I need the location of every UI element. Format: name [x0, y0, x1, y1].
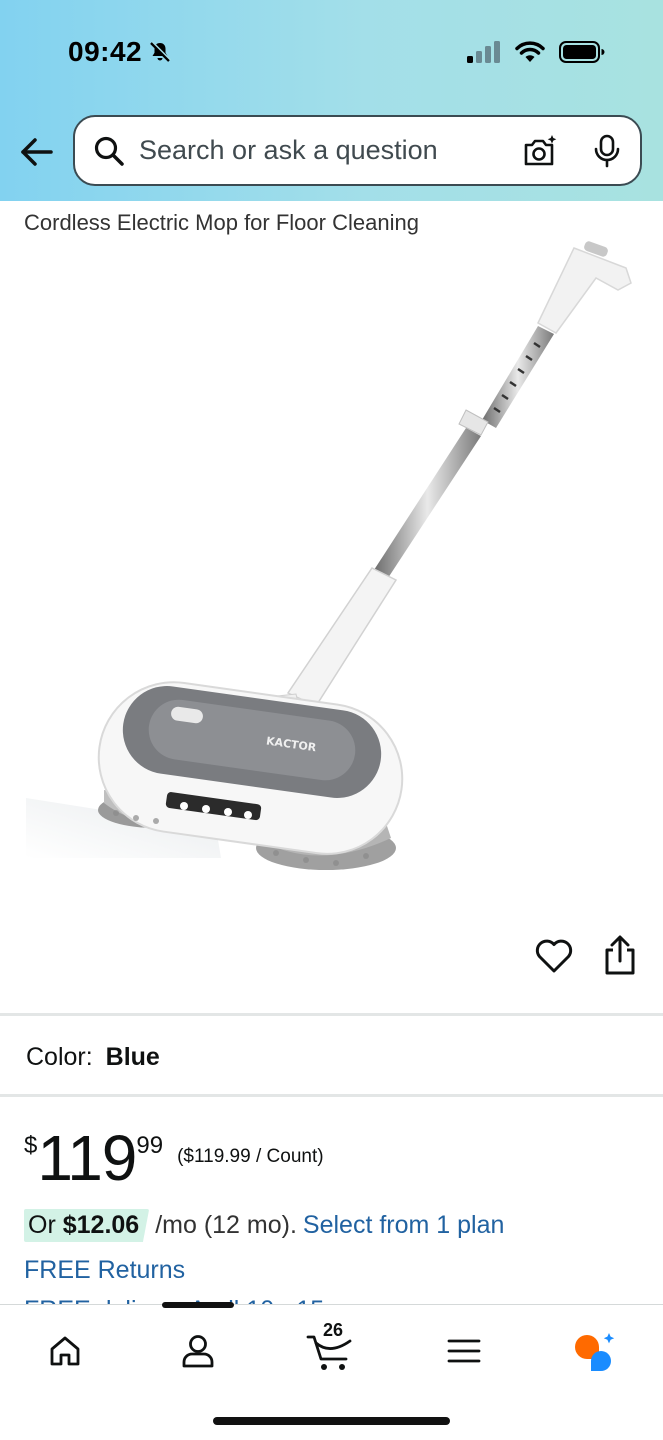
search-input[interactable]	[139, 135, 514, 166]
free-returns-link[interactable]: FREE Returns	[24, 1256, 185, 1285]
price-whole: 119	[37, 1122, 137, 1194]
search-icon	[94, 136, 124, 166]
color-label: Color:	[26, 1043, 93, 1071]
monthly-amount: $12.06	[62, 1211, 140, 1239]
product-title: Cordless Electric Mop for Floor Cleaning	[24, 210, 419, 235]
wifi-icon	[515, 41, 545, 62]
monthly-payment-row: Or $12.06 /mo (12 mo). Select from 1 pla…	[24, 1209, 504, 1242]
camera-search-icon[interactable]	[522, 133, 558, 169]
bell-muted-icon	[150, 41, 172, 62]
battery-icon	[559, 41, 605, 63]
nav-menu[interactable]	[434, 1327, 494, 1375]
microphone-icon[interactable]	[592, 134, 622, 168]
heart-icon[interactable]	[534, 936, 574, 976]
price-block: $ 119 99 ($119.99 / Count)	[24, 1124, 324, 1192]
price-fraction: 99	[136, 1132, 164, 1159]
divider	[0, 1013, 663, 1016]
nav-rufus[interactable]	[564, 1327, 624, 1375]
cellular-signal-icon	[467, 41, 500, 63]
divider	[0, 1094, 663, 1097]
status-icons	[467, 40, 605, 64]
account-icon	[182, 1335, 214, 1368]
monthly-payment-badge: Or $12.06	[24, 1209, 150, 1242]
home-indicator[interactable]	[213, 1417, 450, 1425]
price-per-unit: ($119.99 / Count)	[177, 1146, 324, 1167]
color-selector[interactable]: Color: Blue	[26, 1043, 160, 1072]
status-bar-time: 09:42	[68, 36, 172, 68]
select-plan-link[interactable]: Select from 1 plan	[303, 1211, 505, 1240]
nav-home[interactable]	[35, 1327, 95, 1375]
share-icon[interactable]	[602, 934, 638, 976]
color-value: Blue	[105, 1043, 160, 1071]
cart-count-badge: 26	[323, 1320, 344, 1340]
nav-account[interactable]	[168, 1327, 228, 1375]
rufus-ai-icon	[575, 1333, 615, 1371]
menu-icon	[447, 1339, 481, 1363]
time-text: 09:42	[68, 36, 143, 67]
app-header: 09:42	[0, 0, 663, 201]
search-bar[interactable]	[73, 115, 642, 186]
active-tab-indicator	[162, 1302, 234, 1308]
product-image[interactable]: KACTOR	[26, 238, 646, 888]
price-currency: $	[24, 1132, 38, 1159]
home-icon	[50, 1336, 80, 1366]
back-arrow-icon[interactable]	[18, 133, 56, 171]
monthly-term: /mo (12 mo).	[155, 1211, 297, 1239]
monthly-prefix: Or	[28, 1211, 56, 1239]
